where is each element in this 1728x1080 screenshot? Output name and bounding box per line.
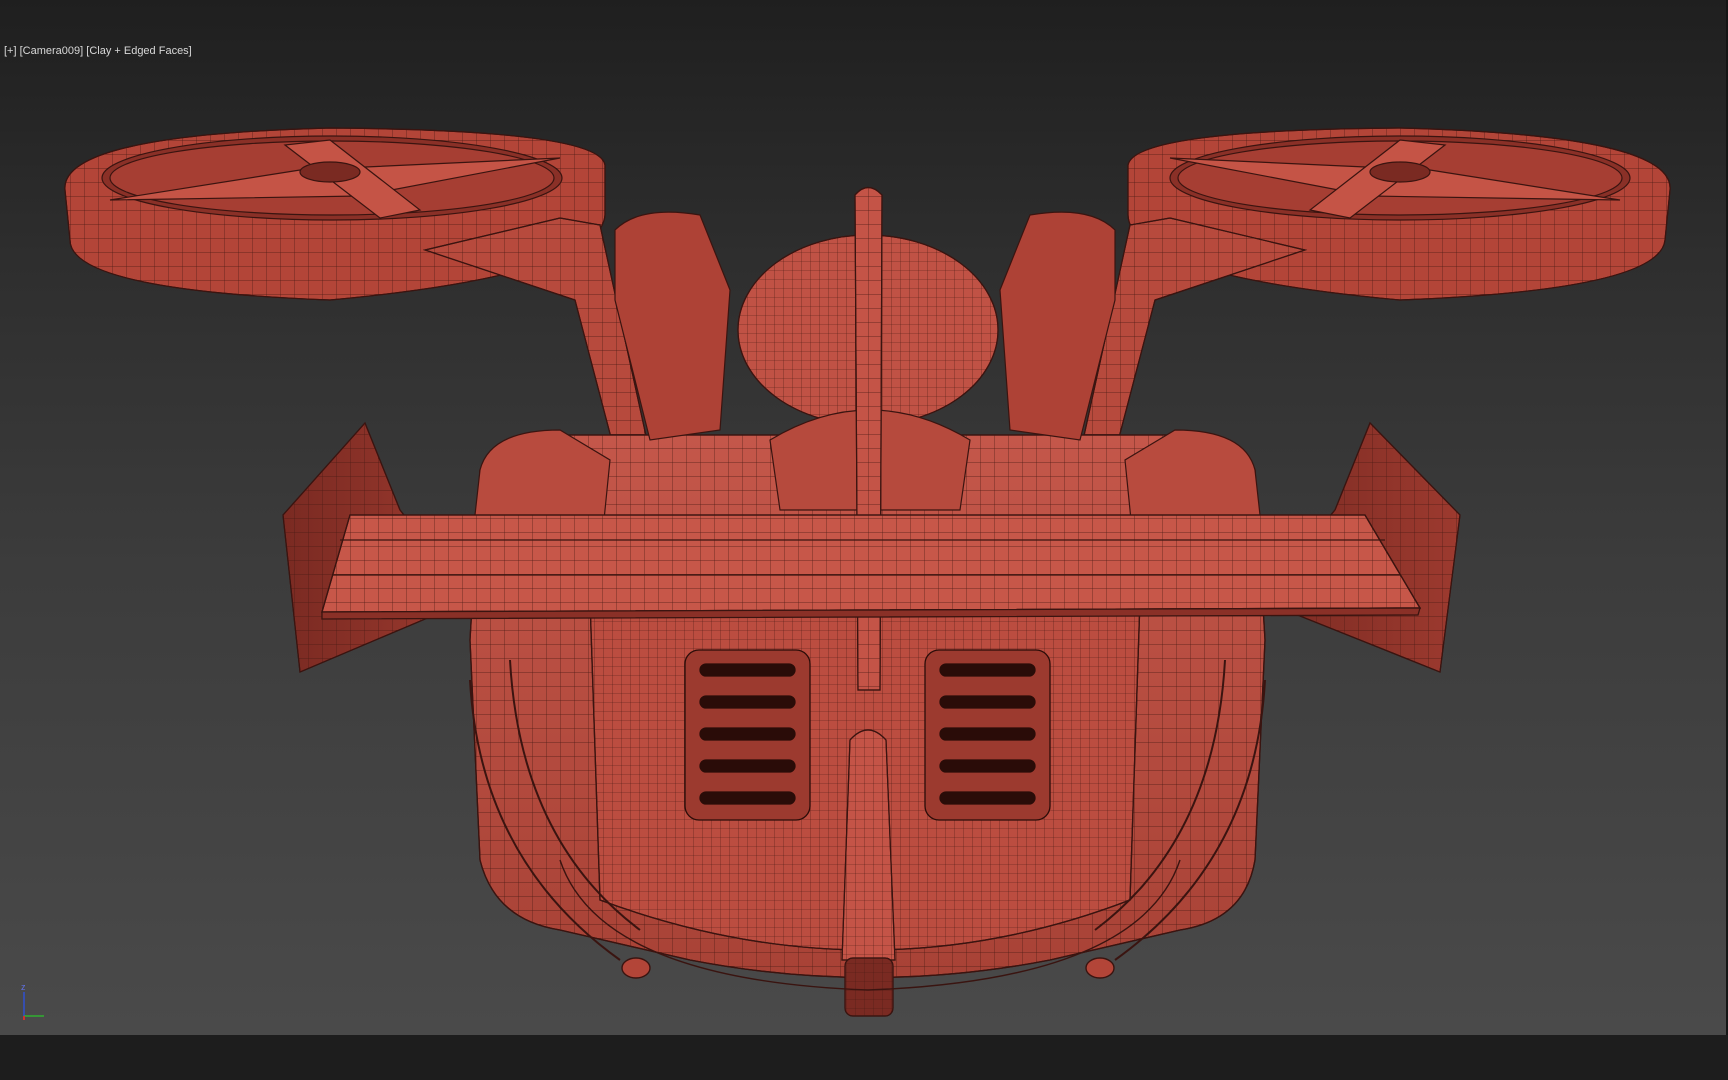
axis-gizmo: z — [21, 982, 44, 1020]
nose — [841, 729, 896, 1017]
flying-car-model — [64, 127, 1671, 1017]
rear-wing — [321, 514, 1422, 620]
axis-z-label: z — [21, 982, 26, 992]
viewport-camera009[interactable]: [+] [Camera009] [Clay + Edged Faces] z — [0, 0, 1728, 1035]
bottom-bar — [0, 1035, 1728, 1080]
